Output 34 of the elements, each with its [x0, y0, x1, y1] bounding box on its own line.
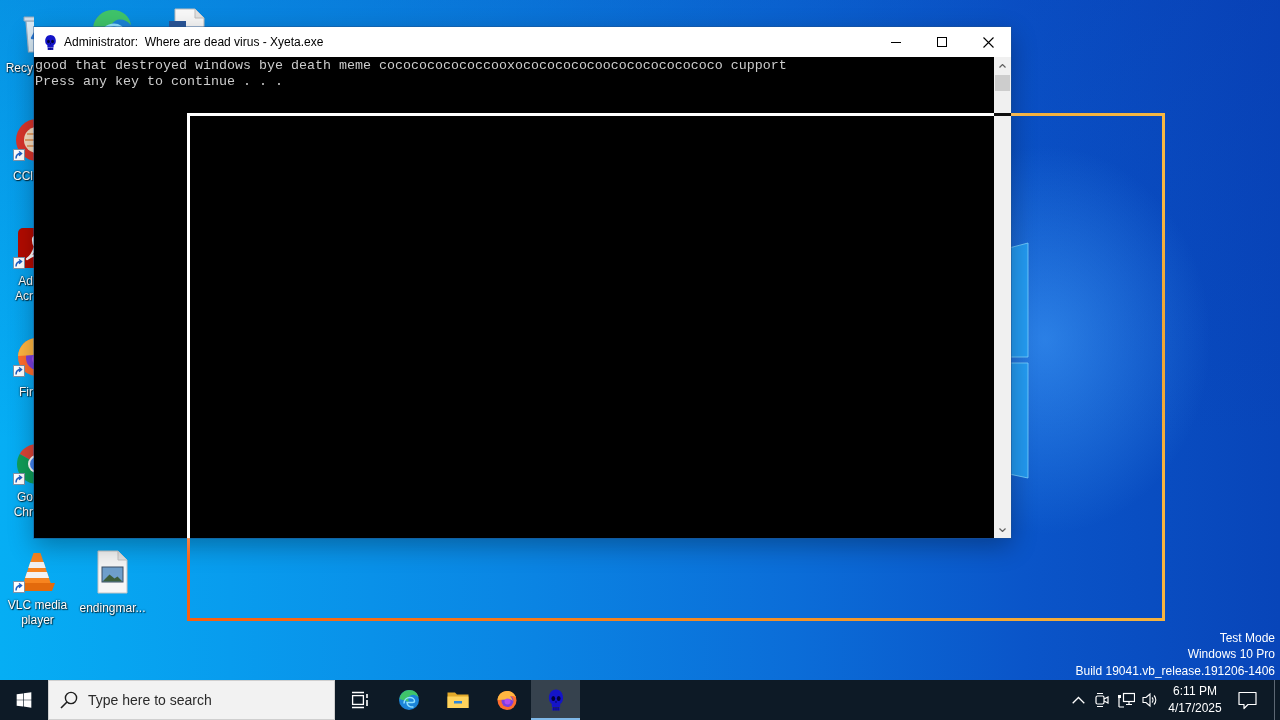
clock-time: 6:11 PM: [1173, 683, 1217, 700]
console-text-line: Press any key to continue . . .: [35, 74, 283, 90]
minimize-icon: [891, 41, 901, 43]
taskbar-app-button[interactable]: [531, 680, 580, 720]
windows-logo-icon: [16, 692, 32, 708]
speaker-icon: [1142, 692, 1158, 708]
maximize-icon: [937, 37, 947, 47]
chevron-up-icon: [999, 63, 1006, 68]
chevron-up-icon: [1071, 696, 1085, 704]
notification-icon: [1237, 690, 1257, 710]
desktop-icon-label: CCl: [13, 169, 33, 184]
close-icon: [982, 36, 994, 48]
desktop-icon-label: Ad Acr: [15, 274, 33, 304]
skull-icon: [43, 33, 58, 51]
swirl-browser-icon: [396, 688, 421, 712]
system-info-text: Windows 10 Pro: [1187, 646, 1275, 663]
network-monitor-icon: [1117, 692, 1135, 708]
window-title: Administrator: Where are dead virus - Xyeta.exe: [64, 35, 324, 49]
video-camera-icon: [1095, 692, 1109, 708]
desktop-icon-label: Go Chr: [13, 490, 33, 520]
desktop-icon-label: Fir: [19, 385, 33, 400]
scrollbar-thumb[interactable]: [995, 75, 1010, 91]
desktop-icon-label: endingmar...: [79, 601, 146, 616]
console-text-line: good that destroyed windows bye death meme cococococococcooxocococococoocococococococo cupport: [35, 58, 787, 74]
system-info-text: Test Mode: [1219, 629, 1275, 646]
search-icon: [60, 691, 78, 709]
chevron-down-icon: [999, 527, 1006, 532]
desktop-icon-label: Recy: [5, 61, 33, 76]
task-view-icon: [350, 691, 369, 709]
vertical-scrollbar[interactable]: [994, 57, 1011, 538]
search-field[interactable]: Type here to search: [48, 680, 335, 720]
desktop-icon-label: VLC media player: [6, 598, 69, 628]
system-info-text: Build 19041.vb_release.191206-1406: [1075, 662, 1275, 679]
clock-date: 4/17/2025: [1168, 700, 1222, 717]
